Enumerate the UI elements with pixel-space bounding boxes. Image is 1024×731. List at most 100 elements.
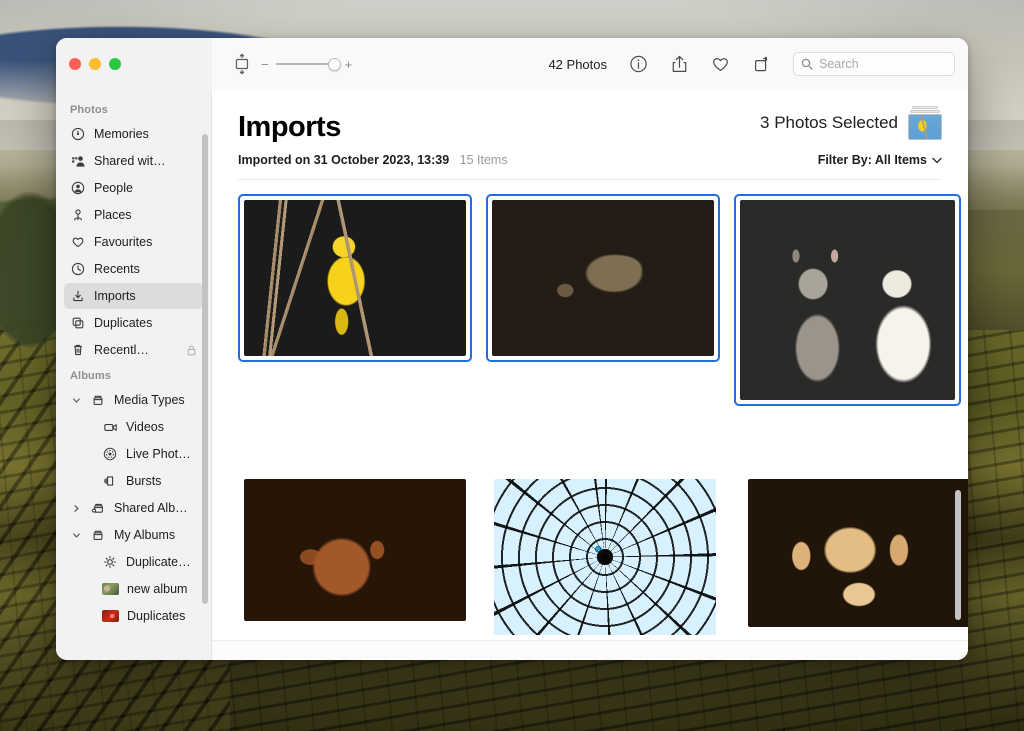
- zoom-slider[interactable]: [275, 57, 341, 71]
- import-items-count: 15 Items: [459, 153, 508, 167]
- album-box-icon: [90, 528, 106, 542]
- photo-cell-kittens[interactable]: [734, 194, 961, 406]
- photo-grid-row: [238, 479, 968, 635]
- stack-thumbnail-image: [908, 114, 942, 140]
- sidebar[interactable]: Photos Memories Shared wit… People Place…: [56, 90, 212, 660]
- memories-icon: [70, 127, 86, 141]
- sidebar-item-recents[interactable]: Recents: [64, 256, 203, 282]
- sidebar-section-title-albums: Albums: [70, 370, 111, 382]
- share-icon[interactable]: [670, 54, 689, 74]
- window-body: Photos Memories Shared wit… People Place…: [56, 90, 968, 660]
- sidebar-item-imports[interactable]: Imports: [64, 283, 203, 309]
- photo-grid-scroll-area[interactable]: [212, 180, 968, 640]
- favourite-heart-icon[interactable]: [711, 54, 730, 74]
- content-scrollbar[interactable]: [955, 490, 961, 620]
- sidebar-item-label: Shared wit…: [94, 154, 166, 168]
- info-icon[interactable]: [629, 54, 648, 74]
- clock-icon: [70, 262, 86, 276]
- chevron-down-icon[interactable]: [70, 396, 82, 405]
- photo-hedgehog[interactable]: [492, 200, 714, 356]
- header-title-row: Imports 3 Photos Selected: [238, 106, 942, 142]
- gear-icon: [102, 555, 118, 569]
- photo-golden-retriever[interactable]: [748, 479, 968, 627]
- zoom-controls[interactable]: − +: [232, 53, 352, 75]
- sidebar-item-favourites[interactable]: Favourites: [64, 229, 203, 255]
- aspect-ratio-icon[interactable]: [232, 53, 252, 75]
- chevron-down-icon[interactable]: [70, 531, 82, 540]
- window-toolbar: − + 42 Photos: [56, 38, 968, 90]
- zoom-in-label[interactable]: +: [345, 58, 353, 71]
- photo-grid-row: [238, 194, 961, 406]
- sidebar-item-shared-with-you[interactable]: Shared wit…: [64, 148, 203, 174]
- sidebar-item-recently-deleted[interactable]: Recentl…: [64, 337, 203, 363]
- maximize-button[interactable]: [109, 58, 121, 70]
- sidebar-item-label: Duplicates: [127, 609, 186, 623]
- header-meta-row: Imported on 31 October 2023, 13:39 15 It…: [238, 151, 942, 180]
- sidebar-item-label: new album: [127, 582, 188, 596]
- toolbar-action-icons: [629, 54, 771, 74]
- window-controls[interactable]: [69, 58, 121, 70]
- stack-sheet-middle: [910, 110, 940, 113]
- shared-with-you-icon: [70, 154, 86, 168]
- toolbar-right-region: − + 42 Photos: [212, 38, 968, 90]
- chevron-right-icon[interactable]: [70, 504, 82, 513]
- sidebar-item-new-album[interactable]: new album: [64, 576, 203, 602]
- trash-icon: [70, 343, 86, 357]
- photo-cell-dog-blanket[interactable]: [238, 479, 466, 621]
- zoom-slider-group[interactable]: − +: [261, 57, 352, 71]
- search-input[interactable]: [819, 57, 947, 71]
- zoom-out-label[interactable]: −: [261, 58, 269, 71]
- sidebar-item-live-photos[interactable]: Live Phot…: [64, 441, 203, 467]
- sidebar-item-videos[interactable]: Videos: [64, 414, 203, 440]
- sidebar-item-label: Bursts: [126, 474, 162, 488]
- sidebar-item-bursts[interactable]: Bursts: [64, 468, 203, 494]
- filter-by-dropdown[interactable]: Filter By: All Items: [818, 153, 942, 167]
- rotate-icon[interactable]: [752, 54, 771, 74]
- desktop-wallpaper: − + 42 Photos Search Photos Memories Sha…: [0, 0, 1024, 731]
- photo-cell-yellow-bird[interactable]: [238, 194, 472, 362]
- header-selection-group: 3 Photos Selected: [760, 106, 942, 142]
- photo-cell-hedgehog[interactable]: [486, 194, 720, 362]
- search-field[interactable]: [793, 52, 955, 76]
- sidebar-item-label: Recentl…: [94, 343, 149, 357]
- photos-count-label: 42 Photos: [548, 56, 607, 72]
- sidebar-item-people[interactable]: People: [64, 175, 203, 201]
- sidebar-item-duplicates-album[interactable]: Duplicates: [64, 603, 203, 629]
- content-bottom-strip: [212, 640, 968, 660]
- selection-count-label: 3 Photos Selected: [760, 113, 898, 132]
- photos-app-window[interactable]: − + 42 Photos Search Photos Memories Sha…: [56, 38, 968, 660]
- close-button[interactable]: [69, 58, 81, 70]
- sidebar-item-label: Favourites: [94, 235, 153, 249]
- sidebar-item-shared-albums[interactable]: Shared Alb…: [64, 495, 203, 521]
- photo-yellow-bird[interactable]: [244, 200, 466, 356]
- import-meta: Imported on 31 October 2023, 13:39 15 It…: [238, 151, 508, 169]
- sidebar-item-label: Live Phot…: [126, 447, 191, 461]
- heart-icon: [70, 235, 86, 249]
- album-thumbnail-new-album: [102, 583, 119, 595]
- photo-cell-golden-retriever[interactable]: [730, 479, 968, 627]
- sidebar-item-duplicates[interactable]: Duplicates: [64, 310, 203, 336]
- people-icon: [70, 181, 86, 195]
- selection-stack-thumbnail[interactable]: [908, 106, 942, 140]
- import-date-label: Imported on 31 October 2023, 13:39: [238, 153, 450, 167]
- sidebar-item-memories[interactable]: Memories: [64, 121, 203, 147]
- sidebar-item-label: Recents: [94, 262, 140, 276]
- search-icon: [801, 58, 813, 70]
- sidebar-item-label: Memories: [94, 127, 149, 141]
- photo-dog-blanket[interactable]: [244, 479, 466, 621]
- sidebar-item-media-types[interactable]: Media Types: [64, 387, 203, 413]
- photo-camera-lens[interactable]: [494, 479, 716, 635]
- video-camera-icon: [102, 420, 118, 434]
- minimize-button[interactable]: [89, 58, 101, 70]
- lock-icon: [186, 344, 197, 356]
- sidebar-item-duplicates-smart-album[interactable]: Duplicate…: [64, 549, 203, 575]
- photo-kittens[interactable]: [740, 200, 955, 400]
- live-photo-icon: [102, 447, 118, 461]
- sidebar-item-label: Media Types: [114, 393, 185, 407]
- sidebar-scrollbar[interactable]: [202, 134, 208, 604]
- photo-cell-camera-lens[interactable]: [480, 479, 716, 635]
- zoom-slider-knob[interactable]: [327, 57, 341, 71]
- sidebar-item-my-albums[interactable]: My Albums: [64, 522, 203, 548]
- sidebar-item-places[interactable]: Places: [64, 202, 203, 228]
- sidebar-item-label: Duplicate…: [126, 555, 191, 569]
